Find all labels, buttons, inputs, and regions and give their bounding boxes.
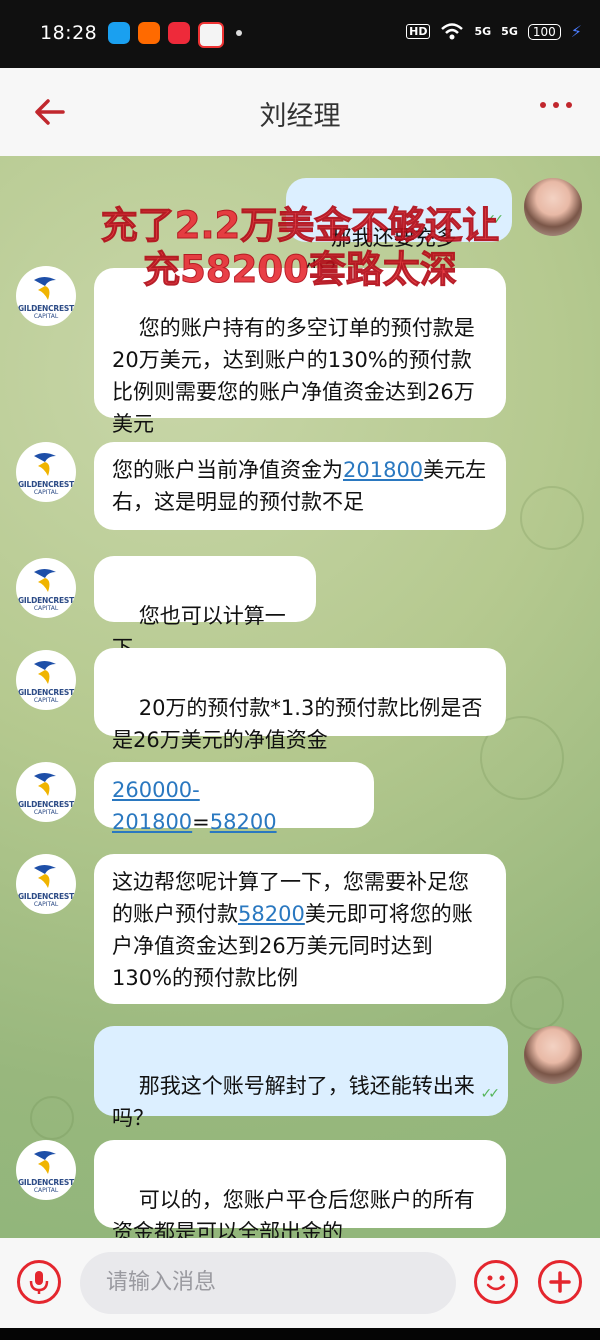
status-time: 18:28 <box>40 22 98 44</box>
microphone-icon[interactable] <box>17 1260 61 1304</box>
agent-avatar[interactable]: GILDENCREST CAPITAL <box>16 442 76 502</box>
incoming-message-bubble[interactable]: 您也可以计算一下 <box>94 556 316 660</box>
wifi-icon <box>441 22 464 39</box>
background-doodle <box>520 486 584 550</box>
hd-icon: HD <box>406 24 431 39</box>
gildencrest-logo-icon <box>34 453 56 476</box>
input-bar: 请输入消息 <box>0 1238 600 1328</box>
add-attachment-icon[interactable] <box>538 1260 582 1304</box>
equals-sign: = <box>192 810 210 834</box>
brand-name: GILDENCREST <box>17 892 75 901</box>
brand-name: GILDENCREST <box>17 304 75 313</box>
overlay-annotation-line2: 充58200套路太深 <box>143 248 458 292</box>
brand-subtitle: CAPITAL <box>33 697 59 704</box>
chat-title: 刘经理 <box>259 101 341 132</box>
status-indicators: HD 5G 5G 100 ⚡ <box>406 22 582 41</box>
result-link[interactable]: 58200 <box>210 810 277 834</box>
agent-avatar[interactable]: GILDENCREST CAPITAL <box>16 650 76 710</box>
chat-area[interactable]: 那我还要充多少？ ✓✓ GILDENCREST CAPITAL 您的账户持有的多… <box>0 156 600 1238</box>
chat-header: 刘经理 <box>0 68 600 157</box>
agent-avatar[interactable]: GILDENCREST CAPITAL <box>16 762 76 822</box>
user-avatar[interactable] <box>524 1026 582 1084</box>
agent-avatar[interactable]: GILDENCREST CAPITAL <box>16 558 76 618</box>
agent-avatar[interactable]: GILDENCREST CAPITAL <box>16 854 76 914</box>
notification-icons <box>108 22 242 48</box>
message-text: 那我这个账号解封了，钱还能转出来吗？ <box>112 1074 475 1130</box>
pdd-app-icon <box>168 22 190 44</box>
system-nav-bar <box>0 1328 600 1340</box>
message-text: 20万的预付款*1.3的预付款比例是否是26万美元的净值资金 <box>112 696 483 752</box>
brand-subtitle: CAPITAL <box>33 313 59 320</box>
status-bar: 18:28 HD 5G 5G 100 ⚡ <box>0 0 600 68</box>
calculation-link[interactable]: 260000-201800 <box>112 778 200 834</box>
read-check-icon: ✓✓ <box>480 1086 501 1102</box>
incoming-message-bubble[interactable]: 20万的预付款*1.3的预付款比例是否是26万美元的净值资金 <box>94 648 506 752</box>
gildencrest-logo-icon <box>34 661 56 684</box>
brand-name: GILDENCREST <box>17 596 75 605</box>
gildencrest-logo-icon <box>34 1151 56 1174</box>
more-options-icon[interactable] <box>540 102 572 108</box>
background-doodle <box>510 976 564 1030</box>
brand-name: GILDENCREST <box>17 800 75 809</box>
gildencrest-logo-icon <box>34 773 56 796</box>
amount-link[interactable]: 58200 <box>238 902 305 926</box>
overlay-annotation-line1: 充了2.2万美金不够还让 <box>100 204 500 248</box>
gildencrest-logo-icon <box>34 865 56 888</box>
incoming-message-bubble[interactable]: 这边帮您呢计算了一下，您需要补足您的账户预付款58200美元即可将您的账户净值资… <box>94 854 506 1004</box>
message-text: 您的账户当前净值资金为 <box>112 458 343 482</box>
news-app-icon <box>198 22 224 48</box>
brand-name: GILDENCREST <box>17 688 75 697</box>
more-notifications-icon <box>236 30 242 36</box>
incoming-message-bubble[interactable]: 可以的，您账户平仓后您账户的所有资金都是可以全部出金的 <box>94 1140 506 1238</box>
brand-subtitle: CAPITAL <box>33 1187 59 1194</box>
brand-name: GILDENCREST <box>17 480 75 489</box>
agent-avatar[interactable]: GILDENCREST CAPITAL <box>16 1140 76 1200</box>
outgoing-message-bubble[interactable]: 那我这个账号解封了，钱还能转出来吗？ ✓✓ <box>94 1026 508 1130</box>
incoming-message-bubble[interactable]: 260000-201800=58200 <box>94 762 374 834</box>
brand-name: GILDENCREST <box>17 1178 75 1187</box>
brand-subtitle: CAPITAL <box>33 489 59 496</box>
emoji-icon[interactable] <box>474 1260 518 1304</box>
amount-link[interactable]: 201800 <box>343 458 423 482</box>
battery-icon: 100 <box>527 23 561 40</box>
brand-subtitle: CAPITAL <box>33 901 59 908</box>
brand-subtitle: CAPITAL <box>33 605 59 612</box>
incoming-message-bubble[interactable]: 您的账户当前净值资金为201800美元左右，这是明显的预付款不足 <box>94 442 506 530</box>
shopping-app-icon <box>138 22 160 44</box>
message-text: 您的账户持有的多空订单的预付款是20万美元，达到账户的130%的预付款比例则需要… <box>112 316 475 436</box>
gildencrest-logo-icon <box>34 569 56 592</box>
signal-5g-1-icon: 5G <box>474 25 492 38</box>
charging-icon: ⚡ <box>570 22 582 41</box>
message-text: 可以的，您账户平仓后您账户的所有资金都是可以全部出金的 <box>112 1188 475 1238</box>
messenger-app-icon <box>108 22 130 44</box>
signal-5g-2-icon: 5G <box>501 25 518 38</box>
background-doodle <box>30 1096 74 1140</box>
brand-subtitle: CAPITAL <box>33 809 59 816</box>
message-input[interactable]: 请输入消息 <box>80 1252 456 1314</box>
